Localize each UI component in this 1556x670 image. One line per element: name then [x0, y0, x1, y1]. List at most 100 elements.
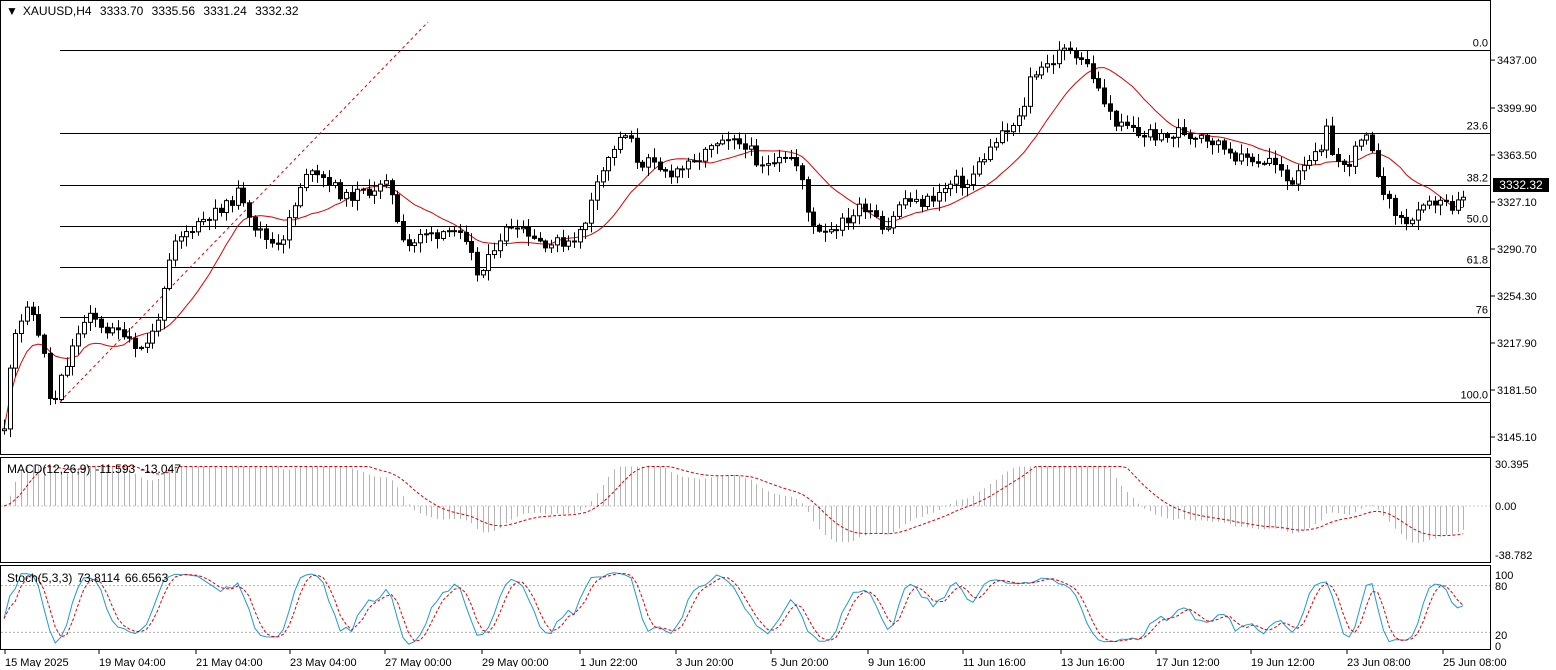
candle-body — [583, 222, 588, 231]
time-axis-label: 5 Jun 20:00 — [771, 657, 829, 667]
candle-body — [401, 221, 406, 241]
candle-body — [703, 148, 708, 162]
candle-body — [264, 228, 269, 240]
candle-body — [464, 231, 469, 242]
candle-body — [1404, 216, 1409, 225]
candle-body — [2, 428, 7, 432]
candle-body — [1285, 169, 1290, 182]
macd-label: MACD(12,26,9) — [7, 462, 91, 476]
candle-body — [1393, 197, 1398, 217]
candle-body — [960, 175, 965, 189]
candle-body — [247, 202, 252, 218]
candle-body — [686, 160, 691, 170]
candle-body — [48, 352, 53, 399]
candle-body — [139, 346, 144, 349]
candle-body — [994, 142, 999, 148]
candle-body — [458, 230, 463, 233]
candle-body — [1450, 201, 1455, 211]
candle-body — [834, 229, 839, 232]
stoch-axis-label: 80 — [1495, 581, 1507, 593]
candle-body — [372, 190, 377, 196]
candle-body — [863, 203, 868, 213]
candle-body — [1068, 47, 1073, 52]
candle-body — [829, 229, 834, 233]
candle-body — [640, 161, 645, 168]
macd-axis-label: 30.395 — [1495, 459, 1529, 471]
price-chart[interactable]: 0.0 23.6 38.2 50.0 61.8 76 100.0 30.395 0.00 -38… — [0, 0, 1556, 669]
candle-body — [760, 164, 765, 167]
candle-body — [287, 217, 292, 241]
moving-average-line — [3, 67, 1464, 429]
dropdown-arrow-icon[interactable]: ▼ — [6, 4, 18, 18]
candle-body — [589, 199, 594, 224]
candle-body — [566, 240, 571, 247]
candle-body — [162, 287, 167, 321]
candle-body — [224, 200, 229, 213]
candle-body — [321, 174, 326, 178]
candle-body — [880, 216, 885, 230]
candle-body — [1359, 139, 1364, 147]
stoch-panel-frame — [0, 565, 1491, 650]
candle-body — [817, 224, 822, 232]
candle-body — [1148, 129, 1153, 138]
candle-body — [1438, 199, 1443, 206]
candle-body — [1119, 121, 1124, 127]
candle-body — [555, 237, 560, 246]
candle-body — [350, 191, 355, 201]
candle-body — [1005, 130, 1010, 133]
price-axis-label: 3145.10 — [1497, 432, 1537, 444]
candle-body — [315, 170, 320, 176]
candle-body — [1000, 130, 1005, 144]
candle-body — [886, 227, 891, 230]
candle-body — [1444, 199, 1449, 203]
candle-body — [652, 157, 657, 163]
candle-body — [737, 138, 742, 145]
candle-body — [407, 239, 412, 247]
candle-body — [549, 244, 554, 249]
candle-body — [1022, 105, 1027, 117]
candle-body — [1461, 196, 1466, 201]
candle-body — [1262, 162, 1267, 165]
candle-body — [1153, 129, 1158, 141]
candle-body — [1347, 163, 1352, 167]
candle-body — [412, 242, 417, 247]
candle-body — [179, 236, 184, 242]
current-price-tag: 3332.32 — [1493, 178, 1549, 192]
candle-body — [772, 162, 777, 165]
candle-body — [1159, 133, 1164, 141]
candle-body — [1193, 137, 1198, 140]
fib-trend-line — [59, 21, 429, 402]
candle-body — [646, 157, 651, 168]
candle-body — [561, 237, 566, 247]
chart-window[interactable]: 0.0 23.6 38.2 50.0 61.8 76 100.0 30.395 0.00 -38… — [0, 0, 1556, 669]
candle-body — [1364, 134, 1369, 141]
candle-body — [1216, 140, 1221, 146]
candle-body — [937, 192, 942, 202]
candle-body — [1228, 148, 1233, 154]
macd-axis-label: 0.00 — [1495, 501, 1516, 513]
candle-body — [1416, 209, 1421, 221]
stochastic-indicator: 10080200 — [1, 570, 1513, 653]
fib-label: 100.0 — [1460, 390, 1488, 402]
candle-body — [1096, 78, 1101, 89]
stoch-title: Stoch(5,3,3) 73.8114 66.6563 — [7, 571, 173, 585]
candle-body — [447, 230, 452, 233]
candle-body — [196, 221, 201, 233]
candle-body — [908, 198, 913, 202]
candle-body — [1279, 164, 1284, 171]
time-axis-label: 17 Jun 12:00 — [1156, 657, 1220, 667]
candle-body — [697, 160, 702, 163]
candle-body — [367, 188, 372, 196]
price-axis-label: 3181.50 — [1497, 385, 1537, 397]
candle-body — [355, 188, 360, 201]
candle-body — [629, 135, 634, 139]
time-axis-label: 21 May 04:00 — [196, 657, 263, 667]
candle-body — [543, 240, 548, 249]
candle-body — [395, 194, 400, 223]
time-axis-label: 23 Jun 08:00 — [1347, 657, 1411, 667]
candle-body — [1336, 153, 1341, 162]
candle-body — [253, 216, 258, 231]
fibonacci-retracement[interactable]: 0.0 23.6 38.2 50.0 61.8 76 100.0 — [59, 21, 1490, 403]
candle-body — [441, 231, 446, 239]
time-axis-label: 1 Jun 22:00 — [580, 657, 638, 667]
